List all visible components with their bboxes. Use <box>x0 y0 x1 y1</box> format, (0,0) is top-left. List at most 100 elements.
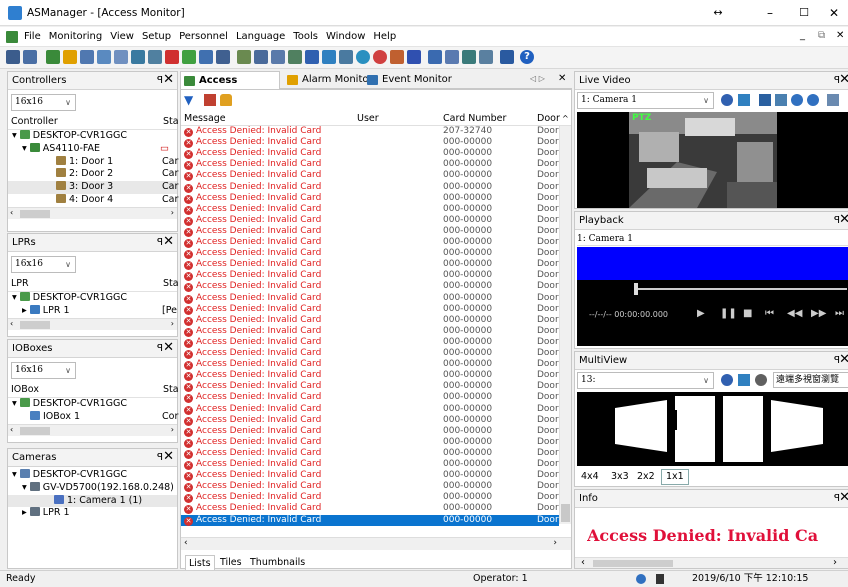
tree-item-iobox-1[interactable]: IOBox 1 Cor <box>8 410 178 424</box>
scroll-thumb[interactable] <box>20 426 50 435</box>
menu-language[interactable]: Language <box>232 27 289 47</box>
horizontal-scrollbar[interactable]: ‹ › <box>575 557 848 568</box>
minimize-button[interactable]: – <box>756 4 784 22</box>
table-row[interactable]: ✕ Access Denied: Invalid Card 000-00000 Doo… <box>181 326 559 337</box>
column-status[interactable]: Sta <box>163 382 179 398</box>
maximize-button[interactable]: ☐ <box>790 4 818 22</box>
multiview-video-view[interactable] <box>577 392 848 466</box>
ptz-icon[interactable] <box>721 94 733 106</box>
close-button[interactable]: ✕ <box>820 4 848 22</box>
resize-arrows-icon[interactable]: ↔ <box>704 4 732 22</box>
table-row[interactable]: ✕ Access Denied: Invalid Card 000-00000 Doo… <box>181 348 559 359</box>
table-row[interactable]: ✕ Access Denied: Invalid Card 000-00000 Doo… <box>181 514 559 526</box>
menu-setup[interactable]: Setup <box>138 27 175 47</box>
pin-icon[interactable]: ꟼ <box>157 234 163 252</box>
id-icon[interactable] <box>407 50 421 64</box>
sort-up-icon[interactable]: ^ <box>562 111 569 126</box>
clock-icon[interactable] <box>305 50 319 64</box>
scroll-left-icon[interactable]: ‹ <box>10 319 13 328</box>
seek-track[interactable] <box>637 288 847 290</box>
close-panel-icon[interactable]: ✕ <box>163 233 174 251</box>
column-user[interactable]: User <box>357 111 379 126</box>
controllers-size-select[interactable]: 16x16 ∨ <box>11 94 76 111</box>
mdi-minimize-button[interactable]: _ <box>800 30 805 41</box>
filter-icon[interactable]: ▼ <box>184 93 193 107</box>
table-row[interactable]: ✕ Access Denied: Invalid Card 000-00000 Doo… <box>181 248 559 260</box>
tab-thumbnails[interactable]: Thumbnails <box>247 555 308 570</box>
table-row[interactable]: ✕ Access Denied: Invalid Card 000-00000 Doo… <box>181 148 559 160</box>
close-panel-icon[interactable]: ✕ <box>163 71 174 89</box>
tree-item-lpr-1[interactable]: ▸ LPR 1 <box>8 507 177 520</box>
close-panel-icon[interactable]: ✕ <box>839 490 848 507</box>
table-row[interactable]: ✕ Access Denied: Invalid Card 000-00000 Doo… <box>181 492 559 504</box>
table-row[interactable]: ✕ Access Denied: Invalid Card 000-00000 Doo… <box>181 503 559 515</box>
table-row[interactable]: ✕ Access Denied: Invalid Card 000-00000 Doo… <box>181 437 559 448</box>
pin-icon[interactable]: ꟼ <box>157 449 163 467</box>
menu-help[interactable]: Help <box>369 27 400 47</box>
screen-icon[interactable] <box>271 50 285 64</box>
lprs-size-select[interactable]: 16x16 ∨ <box>11 256 76 273</box>
tab-access-monitor[interactable]: Access Monitor <box>180 71 280 104</box>
rewind-icon[interactable]: ◀◀ <box>787 308 802 319</box>
horizontal-scrollbar[interactable]: ‹ › <box>8 317 177 330</box>
column-message[interactable]: Message <box>184 111 226 126</box>
table-row[interactable]: ✕ Access Denied: Invalid Card 000-00000 Doo… <box>181 415 559 426</box>
layout-2x2-button[interactable]: 2x2 <box>637 470 655 484</box>
settings-icon[interactable] <box>755 374 767 386</box>
column-status[interactable]: Sta <box>163 114 179 130</box>
table-row[interactable]: ✕ Access Denied: Invalid Card 000-00000 Doo… <box>181 392 559 404</box>
table-row[interactable]: ✕ Access Denied: Invalid Card 000-00000 Doo… <box>181 182 559 193</box>
scroll-thumb[interactable] <box>20 209 50 218</box>
live-camera-select[interactable]: 1: Camera 1 ∨ <box>577 92 714 109</box>
play-icon[interactable] <box>738 374 750 386</box>
horizontal-scrollbar[interactable]: ‹ › <box>181 537 571 550</box>
table-row[interactable]: ✕ Access Denied: Invalid Card 000-00000 Doo… <box>181 226 559 237</box>
column-controller[interactable]: Controller <box>11 116 58 127</box>
zoom-in-icon[interactable] <box>791 94 803 106</box>
mdi-close-button[interactable]: ✕ <box>836 30 844 41</box>
multiview-channel-select[interactable]: 13: ∨ <box>577 372 714 389</box>
table-row[interactable]: ✕ Access Denied: Invalid Card 000-00000 Doo… <box>181 170 559 182</box>
zoom-out-icon[interactable] <box>807 94 819 106</box>
table-row[interactable]: ✕ Access Denied: Invalid Card 000-00000 Doo… <box>181 137 559 149</box>
play-icon[interactable] <box>738 94 750 106</box>
tab-tiles[interactable]: Tiles <box>217 555 245 570</box>
previous-icon[interactable]: ⏮ <box>765 308 774 319</box>
table-row[interactable]: ✕ Access Denied: Invalid Card 207-32740 Doo… <box>181 126 559 137</box>
lock-icon[interactable] <box>288 50 302 64</box>
layout-icon[interactable] <box>216 50 230 64</box>
playback-timeline-bar[interactable] <box>577 247 848 280</box>
pin-icon[interactable]: ꟼ <box>157 340 163 358</box>
scroll-left-icon[interactable]: ‹ <box>10 425 13 434</box>
column-card-number[interactable]: Card Number <box>443 111 506 126</box>
menu-personnel[interactable]: Personnel <box>175 27 232 47</box>
tree-item-as4110[interactable]: ▾ AS4110-FAE ▭ <box>8 142 177 156</box>
menu-file[interactable]: File <box>20 27 45 47</box>
ptz-icon[interactable] <box>721 374 733 386</box>
globe-icon[interactable] <box>356 50 370 64</box>
fire-icon[interactable] <box>165 50 179 64</box>
scroll-right-icon[interactable]: › <box>171 319 174 328</box>
mdi-restore-button[interactable]: ⧉ <box>818 30 825 41</box>
play-icon[interactable]: ▶ <box>697 308 705 319</box>
scroll-right-icon[interactable]: › <box>553 538 557 548</box>
tree-item-desktop[interactable]: ▾ DESKTOP-CVR1GGC <box>8 130 177 143</box>
gear-icon[interactable] <box>182 50 196 64</box>
lock-icon[interactable] <box>220 94 232 106</box>
scroll-thumb[interactable] <box>20 320 50 329</box>
table-row[interactable]: ✕ Access Denied: Invalid Card 000-00000 Doo… <box>181 359 559 371</box>
close-panel-icon[interactable]: ✕ <box>163 448 174 466</box>
layout-1x1-button[interactable]: 1x1 <box>661 469 689 485</box>
tree-item-lpr-1[interactable]: ▸ LPR 1 [Pe <box>8 304 177 318</box>
column-door[interactable]: Door <box>537 111 560 126</box>
tab-event-monitor[interactable]: Event Monitor <box>364 71 455 89</box>
scroll-left-icon[interactable]: ‹ <box>10 208 13 217</box>
table-row[interactable]: ✕ Access Denied: Invalid Card 000-00000 Doo… <box>181 204 559 215</box>
scroll-left-icon[interactable]: ‹ <box>581 557 585 568</box>
tools-icon[interactable] <box>237 50 251 64</box>
horizontal-scrollbar[interactable]: ‹ › <box>8 423 177 436</box>
person-icon[interactable] <box>390 50 404 64</box>
playback-camera-select[interactable]: 1: Camera 1 <box>577 232 848 246</box>
tab-scroll-icon[interactable]: ◁ ▷ <box>530 74 545 83</box>
pin-icon[interactable]: ꟼ <box>157 72 163 90</box>
